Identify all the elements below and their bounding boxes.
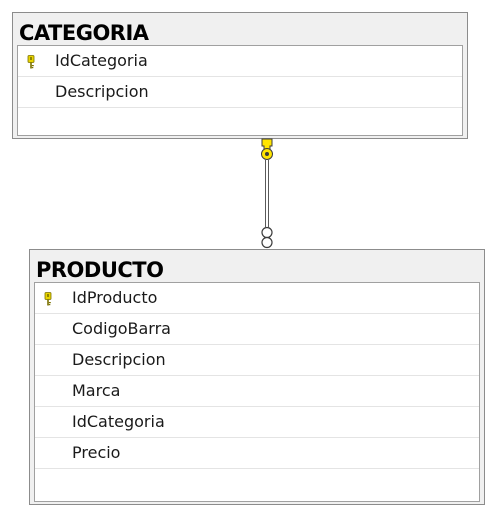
relationship-connector[interactable]: [0, 0, 498, 520]
key-icon: [261, 138, 273, 160]
relationship-line[interactable]: [265, 160, 269, 227]
infinity-icon: [261, 226, 273, 249]
